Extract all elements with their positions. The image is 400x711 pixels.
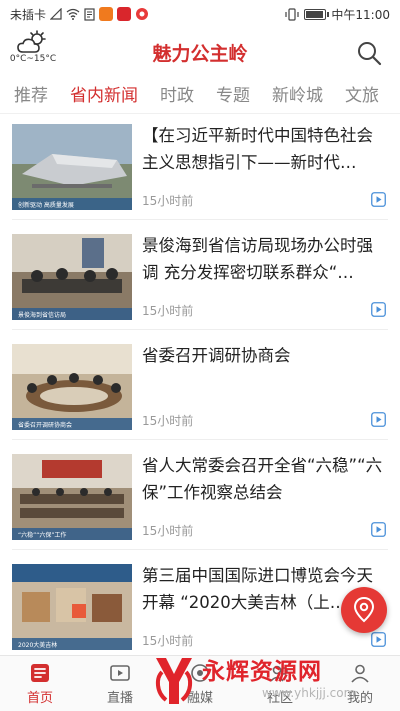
status-bar: 未插卡 中午11:00 — [0, 0, 400, 28]
news-title[interactable]: 景俊海到省信访局现场办公时强调 充分发挥密切联系群众“… — [142, 232, 386, 286]
live-tv-icon — [110, 664, 130, 681]
news-title[interactable]: 【在习近平新时代中国特色社会主义思想指引下——新时代… — [142, 122, 386, 176]
nav-live[interactable]: 直播 — [80, 656, 160, 711]
status-right: 中午11:00 — [285, 6, 390, 23]
nav-profile-label: 我的 — [346, 690, 373, 706]
media-icon — [191, 663, 209, 682]
nav-home-label: 首页 — [26, 690, 53, 706]
news-item[interactable]: “六稳”“六保”工作 省人大常委会召开全省“六稳”“六保”工作视察总结会 15小… — [12, 450, 388, 550]
thumbnail-caption: 景俊海到省信访局 — [18, 311, 66, 319]
app-header: 0°C~15°C 魅力公主岭 — [0, 28, 400, 74]
vibrate-icon — [285, 7, 300, 21]
tab-recommend[interactable]: 推荐 — [14, 81, 48, 106]
news-time: 15小时前 — [142, 304, 194, 318]
news-time: 15小时前 — [142, 634, 194, 648]
community-icon — [270, 665, 288, 682]
app-notification-icon — [136, 8, 149, 20]
category-tabs: 推荐 省内新闻 时政 专题 新岭城 文旅 — [0, 74, 400, 114]
news-thumbnail: 2020大美吉林 — [12, 564, 132, 650]
nav-media-label: 融媒 — [186, 690, 213, 706]
nav-community-label: 社区 — [266, 690, 293, 706]
signal-icon — [50, 8, 62, 20]
video-play-icon[interactable] — [371, 632, 386, 647]
news-item[interactable]: 2020大美吉林 第三届中国国际进口博览会今天开幕 “2020大美吉林（上… 1… — [12, 560, 388, 660]
video-play-icon[interactable] — [371, 522, 386, 537]
battery-icon — [304, 8, 330, 20]
nav-profile[interactable]: 我的 — [320, 656, 400, 711]
thumbnail-caption: “六稳”“六保”工作 — [18, 531, 66, 539]
tab-provincial-news[interactable]: 省内新闻 — [70, 81, 138, 106]
tab-culture-tourism[interactable]: 文旅 — [345, 81, 379, 106]
news-title[interactable]: 省委召开调研协商会 — [142, 342, 386, 396]
app-notification-icon — [99, 7, 114, 21]
home-news-icon — [31, 663, 49, 682]
bottom-navigation: 首页 直播 融媒 社区 我的 — [0, 655, 400, 711]
app-title: 魅力公主岭 — [152, 43, 248, 65]
tab-topics[interactable]: 专题 — [216, 81, 250, 106]
news-time: 15小时前 — [142, 194, 194, 208]
news-item[interactable]: 创新驱动 高质量发展 【在习近平新时代中国特色社会主义思想指引下——新时代… 1… — [12, 120, 388, 220]
video-play-icon[interactable] — [371, 192, 386, 207]
thumbnail-caption: 2020大美吉林 — [18, 641, 57, 649]
news-time: 15小时前 — [142, 414, 194, 428]
app-notification-icon — [117, 7, 132, 21]
video-play-icon[interactable] — [371, 412, 386, 427]
tab-politics[interactable]: 时政 — [160, 81, 194, 106]
location-button[interactable] — [341, 587, 387, 633]
nav-live-label: 直播 — [106, 690, 133, 706]
news-item[interactable]: 景俊海到省信访局 景俊海到省信访局现场办公时强调 充分发挥密切联系群众“… 15… — [12, 230, 388, 330]
thumbnail-caption: 创新驱动 高质量发展 — [18, 201, 74, 209]
news-thumbnail: “六稳”“六保”工作 — [12, 454, 132, 540]
news-item[interactable]: 省委召开调研协商会 省委召开调研协商会 15小时前 — [12, 340, 388, 440]
news-thumbnail: 创新驱动 高质量发展 — [12, 124, 132, 210]
search-icon[interactable] — [356, 40, 382, 66]
news-thumbnail: 景俊海到省信访局 — [12, 234, 132, 320]
location-pin-icon — [353, 597, 375, 623]
wifi-icon — [66, 8, 80, 20]
nav-home[interactable]: 首页 — [0, 656, 80, 711]
thumbnail-caption: 省委召开调研协商会 — [18, 421, 72, 429]
news-thumbnail: 省委召开调研协商会 — [12, 344, 132, 430]
tab-new-city[interactable]: 新岭城 — [272, 81, 323, 106]
clock-text: 中午11:00 — [331, 7, 390, 22]
document-icon — [84, 7, 95, 21]
video-play-icon[interactable] — [371, 302, 386, 317]
nav-community[interactable]: 社区 — [240, 656, 320, 711]
nav-media[interactable]: 融媒 — [160, 656, 240, 711]
news-title[interactable]: 省人大常委会召开全省“六稳”“六保”工作视察总结会 — [142, 452, 386, 506]
status-left: 未插卡 — [10, 6, 149, 23]
profile-icon — [351, 664, 369, 683]
news-time: 15小时前 — [142, 524, 194, 538]
carrier-text: 未插卡 — [10, 7, 47, 22]
